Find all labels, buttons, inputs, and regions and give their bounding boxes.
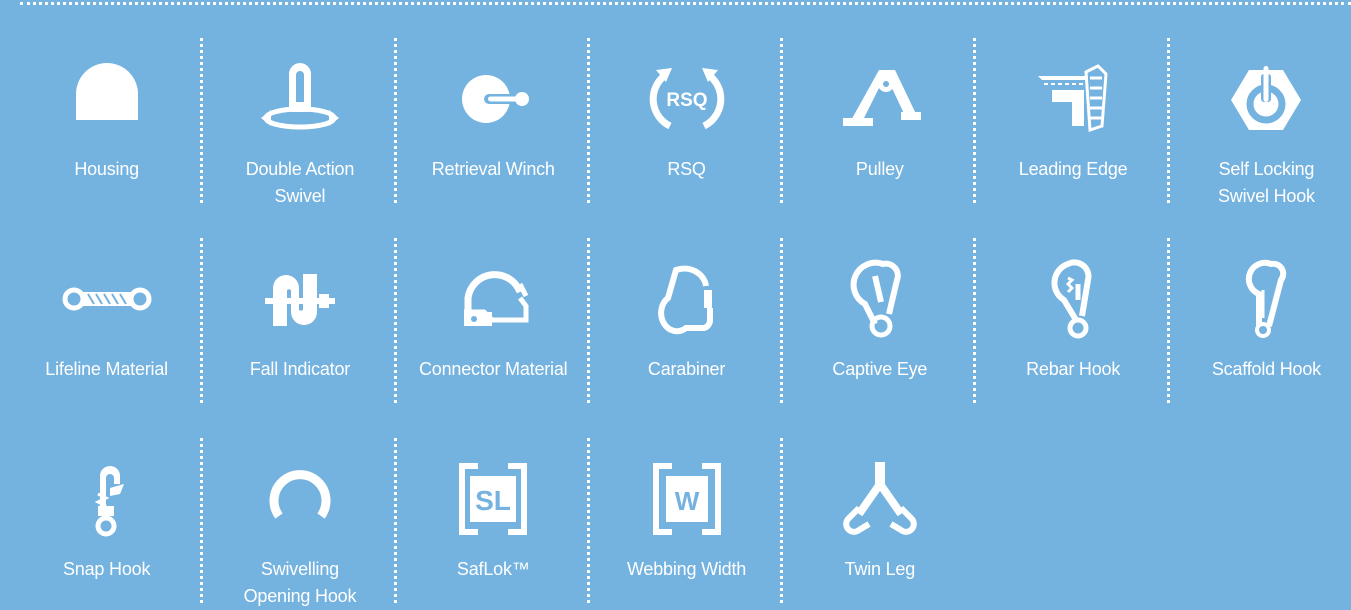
captive-eye-icon (835, 254, 925, 344)
feature-fall-indicator: Fall Indicator (203, 238, 397, 438)
feature-rebar-hook: Rebar Hook (976, 238, 1171, 438)
feature-icon-grid: Housing Double Action Swivel Retrieval W… (10, 38, 1351, 608)
feature-housing: Housing (10, 38, 204, 238)
leading-edge-icon (1028, 54, 1118, 144)
feature-label: Rebar Hook (1026, 359, 1121, 379)
feature-scaffold-hook: Scaffold Hook (1170, 238, 1351, 438)
feature-label: Webbing Width (626, 559, 747, 579)
feature-label: Retrieval Winch (431, 159, 555, 179)
feature-label: Captive Eye (832, 359, 928, 379)
feature-saflok: SL SafLok™ (397, 438, 591, 608)
feature-self-locking-swivel-hook: Self Locking Swivel Hook (1170, 38, 1351, 238)
feature-leading-edge: Leading Edge (976, 38, 1171, 238)
feature-label: Twin Leg (844, 559, 916, 579)
feature-webbing-width: W Webbing Width (590, 438, 784, 608)
feature-label: Self Locking Swivel Hook (1218, 159, 1315, 206)
webbing-width-icon: W (642, 454, 732, 544)
top-dotted-divider (20, 2, 1351, 5)
feature-label: Carabiner (647, 359, 726, 379)
feature-label: Snap Hook (63, 559, 151, 579)
feature-label: Housing (74, 159, 139, 179)
rsq-icon: RSQ (642, 54, 732, 144)
feature-label: Pulley (855, 159, 904, 179)
fall-indicator-icon (255, 254, 345, 344)
feature-carabiner: Carabiner (590, 238, 784, 438)
feature-pulley: Pulley (783, 38, 977, 238)
snap-hook-icon (62, 454, 152, 544)
housing-icon (62, 54, 152, 144)
feature-retrieval-winch: Retrieval Winch (397, 38, 591, 238)
swivelling-opening-hook-icon (255, 454, 345, 544)
feature-connector-material: Connector Material (397, 238, 591, 438)
pulley-icon (835, 54, 925, 144)
svg-text:RSQ: RSQ (666, 90, 707, 111)
feature-lifeline-material: Lifeline Material (10, 238, 204, 438)
self-locking-swivel-hook-icon (1221, 54, 1311, 144)
carabiner-icon (642, 254, 732, 344)
scaffold-hook-icon (1221, 254, 1311, 344)
retrieval-winch-icon (448, 54, 538, 144)
svg-text:SL: SL (475, 485, 511, 516)
lifeline-material-icon (62, 254, 152, 344)
twin-leg-icon (835, 454, 925, 544)
feature-label: Lifeline Material (45, 359, 168, 379)
feature-label: SafLok™ (456, 559, 530, 579)
feature-label: Leading Edge (1018, 159, 1128, 179)
feature-label: RSQ (667, 159, 706, 179)
feature-label: Scaffold Hook (1211, 359, 1321, 379)
feature-swivelling-opening-hook: Swivelling Opening Hook (203, 438, 397, 608)
feature-twin-leg: Twin Leg (783, 438, 976, 608)
feature-label: Fall Indicator (249, 359, 351, 379)
feature-rsq: RSQ RSQ (590, 38, 784, 238)
feature-snap-hook: Snap Hook (10, 438, 204, 608)
double-action-swivel-icon (255, 54, 345, 144)
feature-label: Double Action Swivel (245, 159, 355, 206)
feature-label: Connector Material (419, 359, 568, 379)
feature-label: Swivelling Opening Hook (243, 559, 357, 606)
connector-material-icon (448, 254, 538, 344)
feature-double-action-swivel: Double Action Swivel (203, 38, 397, 238)
svg-text:W: W (674, 486, 699, 516)
feature-captive-eye: Captive Eye (783, 238, 977, 438)
rebar-hook-icon (1028, 254, 1118, 344)
saflok-icon: SL (448, 454, 538, 544)
